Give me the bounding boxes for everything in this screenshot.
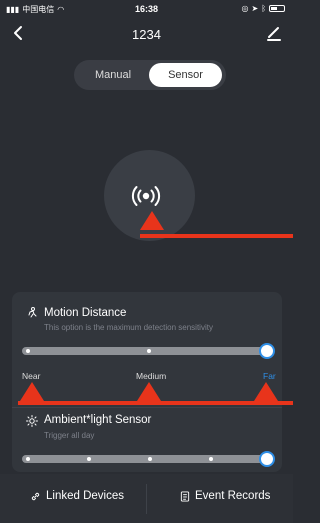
linked-devices-button[interactable]: Linked Devices	[30, 490, 124, 502]
annotation-arrow-medium	[137, 382, 161, 401]
bluetooth-icon: ᛒ	[261, 4, 266, 13]
annotation-line-labels	[18, 401, 293, 405]
alarm-icon: ◎	[241, 4, 249, 13]
motion-distance-title: Motion Distance	[44, 307, 127, 319]
battery-icon	[269, 5, 285, 12]
event-records-button[interactable]: Event Records	[180, 490, 270, 502]
label-far: Far	[263, 371, 276, 381]
edit-icon[interactable]	[265, 24, 283, 42]
ambient-slider-knob[interactable]	[259, 451, 275, 467]
label-near: Near	[22, 371, 41, 381]
status-right: ◎ ➤ ᛒ	[241, 4, 285, 13]
link-icon	[31, 492, 40, 500]
slider-stop	[26, 349, 30, 353]
motion-distance-subtitle: This option is the maximum detection sen…	[44, 323, 213, 332]
card-divider	[12, 407, 282, 408]
annotation-arrow-far	[254, 382, 278, 401]
bottom-divider	[146, 484, 147, 514]
slider-stop	[26, 457, 30, 461]
annotation-arrow-sensor	[140, 211, 164, 230]
page-title: 1234	[132, 27, 161, 42]
label-medium: Medium	[136, 371, 167, 381]
slider-stop	[209, 457, 213, 461]
manual-tab[interactable]: Manual	[78, 63, 148, 87]
ambient-light-subtitle: Trigger all day	[44, 431, 95, 440]
annotation-line-sensor	[140, 234, 293, 238]
sensor-tab[interactable]: Sensor	[149, 63, 222, 87]
records-icon	[180, 490, 190, 502]
ambient-light-title: Ambient*light Sensor	[44, 414, 152, 426]
sun-icon	[26, 415, 38, 427]
linked-devices-label: Linked Devices	[46, 490, 124, 502]
slider-stop	[87, 457, 91, 461]
event-records-label: Event Records	[195, 490, 271, 502]
annotation-arrow-near	[20, 382, 44, 401]
slider-stop	[147, 349, 151, 353]
motion-slider-knob[interactable]	[259, 343, 275, 359]
location-icon: ➤	[251, 4, 259, 13]
mode-toggle: Manual Sensor	[74, 60, 226, 90]
motion-icon	[28, 307, 37, 318]
sensor-signal-icon	[131, 186, 161, 206]
slider-stop	[148, 457, 152, 461]
status-bar: ▮▮▮ 中国电信 ◠ 16:38 ◎ ➤ ᛒ	[0, 0, 293, 20]
